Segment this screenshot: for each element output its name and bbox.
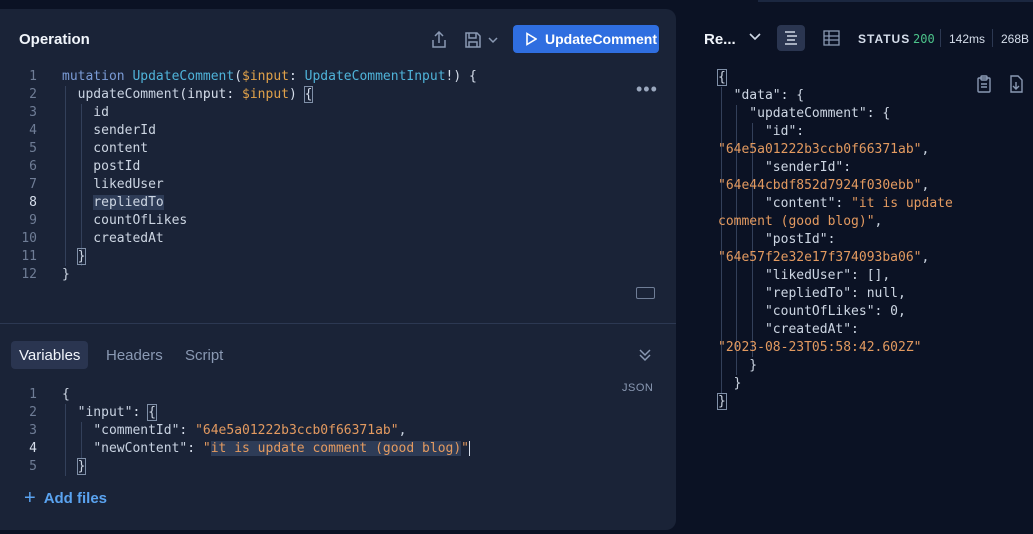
code-line: postId: [62, 159, 141, 174]
line-number: 5: [29, 141, 37, 156]
response-line: {: [717, 69, 727, 86]
run-operation-button[interactable]: UpdateComment: [513, 25, 659, 53]
panel-divider: [0, 323, 676, 324]
code-line: "newContent": "it is update comment (goo…: [93, 441, 470, 456]
line-number: 10: [21, 231, 37, 246]
variables-editor[interactable]: 1 2 3 4 5 { "input": { "commentId": "64e…: [0, 386, 620, 481]
add-files-label: Add files: [43, 490, 108, 507]
more-options-icon[interactable]: •••: [636, 79, 658, 100]
top-divider: [758, 0, 1033, 2]
line-number: 2: [29, 87, 37, 102]
response-line: "64e57f2e32e17f374093ba06",: [718, 250, 930, 265]
code-line: countOfLikes: [62, 213, 188, 228]
response-viewer: { "data": { "updateComment": { "id": "64…: [676, 69, 1033, 419]
response-line: "64e5a01222b3ccb0f66371ab",: [718, 142, 930, 157]
plus-icon: +: [24, 487, 36, 509]
line-number: 2: [29, 405, 37, 420]
variables-tabs: Variables Headers Script: [0, 339, 676, 369]
variables-mode-label: JSON: [622, 382, 654, 394]
response-line: }: [717, 393, 727, 410]
code-line: }: [76, 248, 87, 265]
response-line: "id":: [718, 124, 805, 139]
line-number: 4: [29, 123, 37, 138]
response-line: }: [718, 376, 742, 391]
line-number: 3: [29, 105, 37, 120]
response-line: "likedUser": [],: [718, 268, 891, 283]
tab-script[interactable]: Script: [177, 341, 231, 369]
chevron-down-icon[interactable]: [748, 29, 762, 45]
play-icon: [526, 32, 537, 46]
response-line: "data": {: [718, 88, 805, 103]
operation-editor[interactable]: 1 2 3 4 5 6 7 8 9 10 11 12 mutation Upda…: [0, 68, 620, 288]
line-number: 6: [29, 159, 37, 174]
chevron-down-icon: [488, 37, 498, 44]
line-number: 9: [29, 213, 37, 228]
share-icon[interactable]: [428, 29, 450, 51]
response-line: "64e44cbdf852d7924f030ebb",: [718, 178, 930, 193]
keyboard-shortcuts-icon[interactable]: [636, 287, 655, 299]
line-number: 4: [29, 441, 37, 456]
response-line: "createdAt":: [718, 322, 859, 337]
code-line: updateComment(input: $input) {: [77, 86, 314, 103]
response-size: 268B: [1001, 32, 1030, 46]
formatted-view-button[interactable]: [777, 25, 805, 51]
tab-variables[interactable]: Variables: [11, 341, 89, 369]
code-line: repliedTo: [93, 195, 164, 210]
table-view-icon[interactable]: [817, 25, 845, 51]
tab-headers[interactable]: Headers: [98, 341, 171, 369]
response-line: comment (good blog)",: [718, 214, 883, 229]
response-time: 142ms: [949, 32, 986, 46]
save-icon[interactable]: [464, 29, 504, 51]
response-line: }: [718, 358, 758, 373]
response-title[interactable]: Re...: [704, 31, 736, 48]
response-line: "updateComment": {: [718, 106, 891, 121]
status-label: STATUS: [858, 32, 911, 46]
response-line: "countOfLikes": 0,: [718, 304, 906, 319]
operation-panel: Operation UpdateComment ••• 1 2 3 4 5 6 …: [0, 9, 676, 530]
response-line: "senderId":: [718, 160, 852, 175]
code-line: mutation UpdateComment($input: UpdateCom…: [62, 69, 477, 84]
response-line: "repliedTo": null,: [718, 286, 906, 301]
operation-title: Operation: [19, 31, 90, 48]
top-strip: [0, 0, 676, 8]
run-button-label: UpdateComment: [545, 31, 658, 47]
add-files-button[interactable]: + Add files: [24, 487, 107, 510]
code-line: "input": {: [77, 404, 157, 421]
response-line: "content": "it is update: [718, 196, 953, 211]
line-number: 1: [29, 387, 37, 402]
line-number: 3: [29, 423, 37, 438]
line-number: 12: [21, 267, 37, 282]
code-line: "commentId": "64e5a01222b3ccb0f66371ab",: [93, 423, 407, 438]
line-number: 5: [29, 459, 37, 474]
code-line: {: [62, 387, 70, 402]
operation-header: Operation UpdateComment: [0, 9, 676, 65]
code-line: senderId: [62, 123, 156, 138]
code-line: id: [62, 105, 109, 120]
code-line: likedUser: [62, 177, 164, 192]
code-line: content: [62, 141, 149, 156]
line-number: 8: [29, 195, 37, 210]
collapse-icon[interactable]: [638, 348, 652, 362]
code-line: createdAt: [62, 231, 164, 246]
response-line: "2023-08-23T05:58:42.602Z": [718, 340, 922, 355]
code-line: }: [62, 267, 70, 282]
status-code: 200: [913, 32, 935, 46]
line-number: 11: [21, 249, 37, 264]
response-panel: Re... STATUS 200 142ms 268B { "data": { …: [676, 9, 1033, 534]
code-line: }: [76, 458, 87, 475]
response-line: "postId":: [718, 232, 836, 247]
line-number: 1: [29, 69, 37, 84]
line-number: 7: [29, 177, 37, 192]
